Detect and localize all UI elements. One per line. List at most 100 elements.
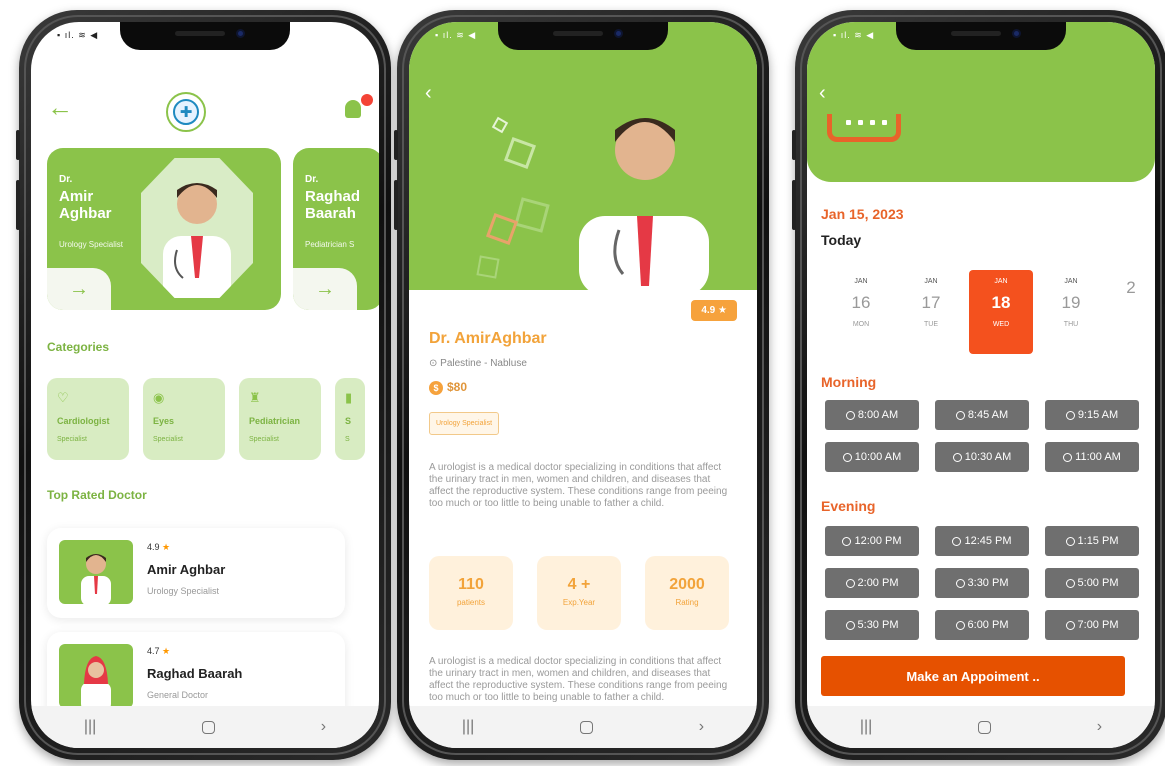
day-option[interactable]: JAN 17 TUE xyxy=(899,270,963,354)
recent-apps-button[interactable]: ||| xyxy=(84,718,96,736)
evening-heading: Evening xyxy=(821,498,876,514)
doctor-name: Raghad Baarah xyxy=(147,666,243,681)
home-button[interactable] xyxy=(978,720,992,734)
time-slot[interactable]: 7:00 PM xyxy=(1045,610,1139,640)
doctor-specialty: Urology Specialist xyxy=(59,240,124,249)
featured-doctor-card[interactable]: Dr. Raghad Baarah Pediatrician S → xyxy=(293,148,379,310)
open-profile-button[interactable]: → xyxy=(47,268,111,310)
category-sub: Specialist xyxy=(57,436,87,443)
clock-icon xyxy=(955,620,965,630)
category-name: Cardiologist xyxy=(57,416,110,426)
doctor-location: ⊙ Palestine - Nabluse xyxy=(429,358,527,369)
back-button[interactable]: › xyxy=(1097,718,1102,736)
time-slot[interactable]: 5:00 PM xyxy=(1045,568,1139,598)
back-chevron-icon[interactable]: ‹ xyxy=(425,82,432,105)
category-card[interactable]: ♡ Cardiologist Specialist xyxy=(47,378,129,460)
clock-icon xyxy=(845,578,855,588)
category-card[interactable]: ◉ Eyes Specialist xyxy=(143,378,225,460)
today-label: Today xyxy=(821,232,862,248)
notch xyxy=(120,22,290,50)
status-bar: ▪ ıl. ≋ ◀ xyxy=(435,30,477,40)
time-slot[interactable]: 3:30 PM xyxy=(935,568,1029,598)
top-rated-doctor-card[interactable]: 4.9 ★ Amir Aghbar Urology Specialist xyxy=(47,528,345,618)
time-slot[interactable]: 5:30 PM xyxy=(825,610,919,640)
time-slot[interactable]: 2:00 PM xyxy=(825,568,919,598)
selected-date: Jan 15, 2023 xyxy=(821,206,904,222)
category-name: Eyes xyxy=(153,416,175,426)
stat-label: Exp.Year xyxy=(562,598,596,607)
clock-icon xyxy=(1065,536,1075,546)
day-option[interactable]: JAN 19 THU xyxy=(1039,270,1103,354)
home-button[interactable] xyxy=(580,720,594,734)
booking-screen: ‹ ▪ ıl. ≋ ◀ Jan 15, 2023 Today JAN 16 MON … xyxy=(807,22,1155,748)
top-rated-heading: Top Rated Doctor xyxy=(47,488,147,502)
stroller-icon: ♜ xyxy=(249,390,261,405)
time-slot[interactable]: 12:45 PM xyxy=(935,526,1029,556)
recent-apps-button[interactable]: ||| xyxy=(860,718,872,736)
open-profile-button[interactable]: → xyxy=(293,268,357,310)
clock-icon xyxy=(845,410,855,420)
day-option-selected[interactable]: JAN 18 WED xyxy=(969,270,1033,354)
time-slot[interactable]: 6:00 PM xyxy=(935,610,1029,640)
category-icon: ▮ xyxy=(345,390,353,405)
doctor-name: Raghad Baarah xyxy=(305,188,361,222)
home-screen: ▪ ıl. ≋ ◀ ← ✚ Dr. Amir Aghbar Urology Sp… xyxy=(31,22,379,748)
category-sub: Specialist xyxy=(153,436,183,443)
star-icon: ★ xyxy=(162,646,171,656)
day-option[interactable]: 2 xyxy=(1107,270,1155,354)
back-arrow-icon[interactable]: ← xyxy=(47,92,73,123)
back-button[interactable]: › xyxy=(321,718,326,736)
time-slot[interactable]: 9:15 AM xyxy=(1045,400,1139,430)
clock-icon xyxy=(845,620,855,630)
specialty-tag: Urology Specialist xyxy=(429,412,500,435)
back-chevron-icon[interactable]: ‹ xyxy=(819,82,826,105)
phone-frame-doctor-detail: ‹ ▪ ıl. ≋ ◀ 4.9 ★ Dr. AmirAghbar ⊙ Pales… xyxy=(394,10,769,760)
clock-icon xyxy=(842,536,852,546)
phone-frame-booking: ‹ ▪ ıl. ≋ ◀ Jan 15, 2023 Today JAN 16 MON … xyxy=(792,10,1165,760)
clock-icon xyxy=(952,536,962,546)
clock-icon xyxy=(955,410,965,420)
stat-value: 110 xyxy=(458,576,484,593)
time-slot[interactable]: 8:00 AM xyxy=(825,400,919,430)
doctor-specialty: General Doctor xyxy=(147,690,209,700)
rating-text: 4.7 ★ xyxy=(147,646,171,656)
time-slot[interactable]: 10:30 AM xyxy=(935,442,1029,472)
notch xyxy=(498,22,668,50)
back-button[interactable]: › xyxy=(699,718,704,736)
day-option[interactable]: JAN 16 MON xyxy=(829,270,893,354)
doctor-prefix: Dr. xyxy=(59,174,73,185)
doctor-thumbnail xyxy=(59,644,133,708)
doctor-photo xyxy=(141,158,253,298)
doctor-detail-screen: ‹ ▪ ıl. ≋ ◀ 4.9 ★ Dr. AmirAghbar ⊙ Pales… xyxy=(409,22,757,748)
clock-icon xyxy=(955,578,965,588)
time-slot[interactable]: 10:00 AM xyxy=(825,442,919,472)
doctor-name: Amir Aghbar xyxy=(59,188,112,222)
category-card[interactable]: ♜ Pediatrician Specialist xyxy=(239,378,321,460)
home-button[interactable] xyxy=(202,720,216,734)
status-bar: ▪ ıl. ≋ ◀ xyxy=(833,30,875,40)
doctor-specialty: Pediatrician S xyxy=(305,240,355,249)
stat-label: Rating xyxy=(675,598,699,607)
doctor-price: $ $80 xyxy=(429,380,467,395)
stat-card: 110 patients xyxy=(429,556,513,630)
morning-heading: Morning xyxy=(821,374,877,390)
make-appointment-button[interactable]: Make an Appoiment .. xyxy=(821,656,1125,696)
location-pin-icon: ⊙ xyxy=(429,358,438,369)
time-slot[interactable]: 12:00 PM xyxy=(825,526,919,556)
stat-value: 4 + xyxy=(567,576,591,593)
system-nav-bar: ||| › xyxy=(31,706,379,748)
notch xyxy=(896,22,1066,50)
bell-icon[interactable] xyxy=(345,100,361,118)
clock-icon xyxy=(952,452,962,462)
system-nav-bar: ||| › xyxy=(807,706,1155,748)
stat-value: 2000 xyxy=(669,576,705,593)
time-slot[interactable]: 1:15 PM xyxy=(1045,526,1139,556)
recent-apps-button[interactable]: ||| xyxy=(462,718,474,736)
time-slot[interactable]: 8:45 AM xyxy=(935,400,1029,430)
time-slot[interactable]: 11:00 AM xyxy=(1045,442,1139,472)
doctor-specialty: Urology Specialist xyxy=(147,586,220,596)
notification-dot xyxy=(361,94,373,106)
category-card[interactable]: ▮ S S xyxy=(335,378,365,460)
doctor-thumbnail xyxy=(59,540,133,604)
featured-doctor-card[interactable]: Dr. Amir Aghbar Urology Specialist → xyxy=(47,148,281,310)
